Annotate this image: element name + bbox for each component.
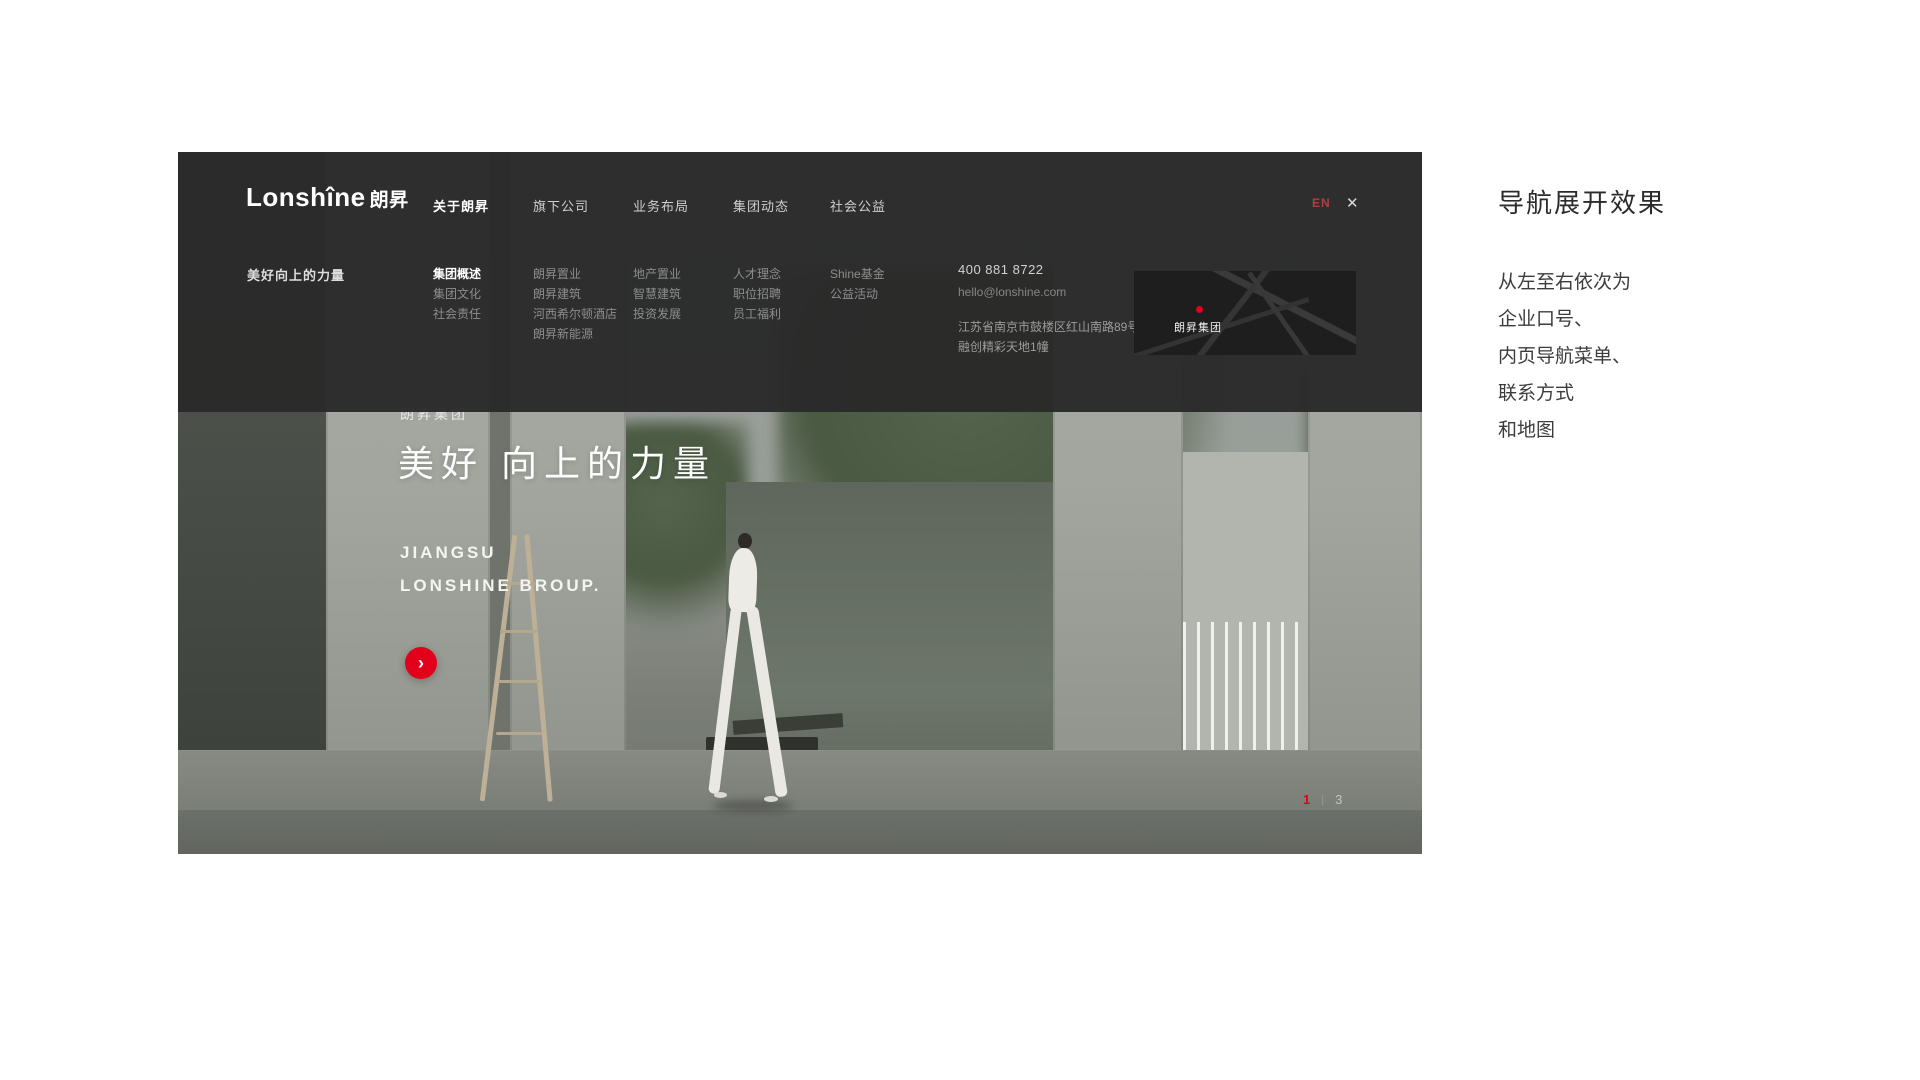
logo-latin: Lonshîne xyxy=(246,182,366,212)
contact-block: 400 881 8722 hello@lonshine.com 江苏省南京市鼓楼… xyxy=(958,260,1139,357)
woman-figure xyxy=(738,533,752,549)
map-marker-dot xyxy=(1196,306,1203,313)
menu-item[interactable]: 集团概述 xyxy=(433,264,481,284)
website-mockup: 朗昇集团 美好 向上的力量 JIANGSU LONSHINE BROUP. › … xyxy=(178,152,1422,854)
ladder-rung xyxy=(496,732,542,735)
company-slogan: 美好向上的力量 xyxy=(247,265,345,284)
menu-item[interactable]: 朗昇建筑 xyxy=(533,284,617,304)
hero-subtitle-line2: LONSHINE BROUP. xyxy=(400,569,602,602)
pagination-current[interactable]: 1 xyxy=(1303,792,1311,807)
contact-address-line2: 融创精彩天地1幢 xyxy=(958,338,1139,357)
annotation-line: 企业口号、 xyxy=(1498,301,1631,338)
submenu-welfare: Shine基金公益活动 xyxy=(830,264,885,304)
close-icon[interactable]: ✕ xyxy=(1346,194,1359,212)
menu-item[interactable]: 社会责任 xyxy=(433,304,481,324)
nav-item-news[interactable]: 集团动态 xyxy=(733,196,789,215)
annotation-line: 从左至右依次为 xyxy=(1498,264,1631,301)
annotation-body: 从左至右依次为企业口号、内页导航菜单、联系方式和地图 xyxy=(1498,264,1631,449)
pagination-separator: | xyxy=(1321,794,1325,806)
menu-item[interactable]: 投资发展 xyxy=(633,304,681,324)
menu-item[interactable]: 职位招聘 xyxy=(733,284,781,304)
ladder-rung xyxy=(498,680,540,683)
contact-address-line1: 江苏省南京市鼓楼区红山南路89号 xyxy=(958,318,1139,337)
arrow-right-icon: › xyxy=(418,653,424,674)
menu-item[interactable]: 公益活动 xyxy=(830,284,885,304)
pagination-total[interactable]: 3 xyxy=(1335,792,1343,807)
hero-subtitle: JIANGSU LONSHINE BROUP. xyxy=(400,536,602,602)
hero-next-button[interactable]: › xyxy=(405,647,437,679)
figure-shadow xyxy=(713,800,793,811)
menu-item[interactable]: 地产置业 xyxy=(633,264,681,284)
menu-item[interactable]: 人才理念 xyxy=(733,264,781,284)
nav-overlay-panel: Lonshîne朗昇 关于朗昇 旗下公司 业务布局 集团动态 社会公益 EN ✕… xyxy=(178,152,1422,412)
nav-item-companies[interactable]: 旗下公司 xyxy=(533,196,589,215)
map-marker-label: 朗昇集团 xyxy=(1174,319,1222,335)
menu-item[interactable]: 集团文化 xyxy=(433,284,481,304)
submenu-about: 集团概述集团文化社会责任 xyxy=(433,264,481,324)
slide-pagination: 1 | 3 xyxy=(1303,792,1343,807)
floor-front-band xyxy=(178,810,1422,854)
menu-item[interactable]: 河西希尔顿酒店 xyxy=(533,304,617,324)
logo-cjk: 朗昇 xyxy=(370,190,409,211)
site-logo[interactable]: Lonshîne朗昇 xyxy=(246,182,409,213)
contact-email[interactable]: hello@lonshine.com xyxy=(958,283,1139,302)
menu-item[interactable]: 智慧建筑 xyxy=(633,284,681,304)
submenu-news: 人才理念职位招聘员工福利 xyxy=(733,264,781,324)
woman-blouse xyxy=(728,548,758,613)
annotation-line: 联系方式 xyxy=(1498,375,1631,412)
annotation-line: 和地图 xyxy=(1498,412,1631,449)
nav-item-welfare[interactable]: 社会公益 xyxy=(830,196,886,215)
hero-title: 美好 向上的力量 xyxy=(398,435,716,487)
nav-item-business[interactable]: 业务布局 xyxy=(633,196,689,215)
language-toggle[interactable]: EN xyxy=(1312,196,1331,210)
menu-item[interactable]: 朗昇新能源 xyxy=(533,324,617,344)
menu-item[interactable]: 朗昇置业 xyxy=(533,264,617,284)
submenu-companies: 朗昇置业朗昇建筑河西希尔顿酒店朗昇新能源 xyxy=(533,264,617,344)
annotation-title: 导航展开效果 xyxy=(1498,183,1666,220)
location-map[interactable]: 朗昇集团 xyxy=(1134,271,1356,355)
menu-item[interactable]: 员工福利 xyxy=(733,304,781,324)
hero-subtitle-line1: JIANGSU xyxy=(400,536,602,569)
nav-item-about[interactable]: 关于朗昇 xyxy=(433,196,489,215)
menu-item[interactable]: Shine基金 xyxy=(830,264,885,284)
annotation-line: 内页导航菜单、 xyxy=(1498,338,1631,375)
contact-phone[interactable]: 400 881 8722 xyxy=(958,260,1139,279)
woman-shoe xyxy=(764,796,778,802)
woman-shoe xyxy=(714,792,727,798)
submenu-business: 地产置业智慧建筑投资发展 xyxy=(633,264,681,324)
ladder-rung xyxy=(500,630,538,633)
